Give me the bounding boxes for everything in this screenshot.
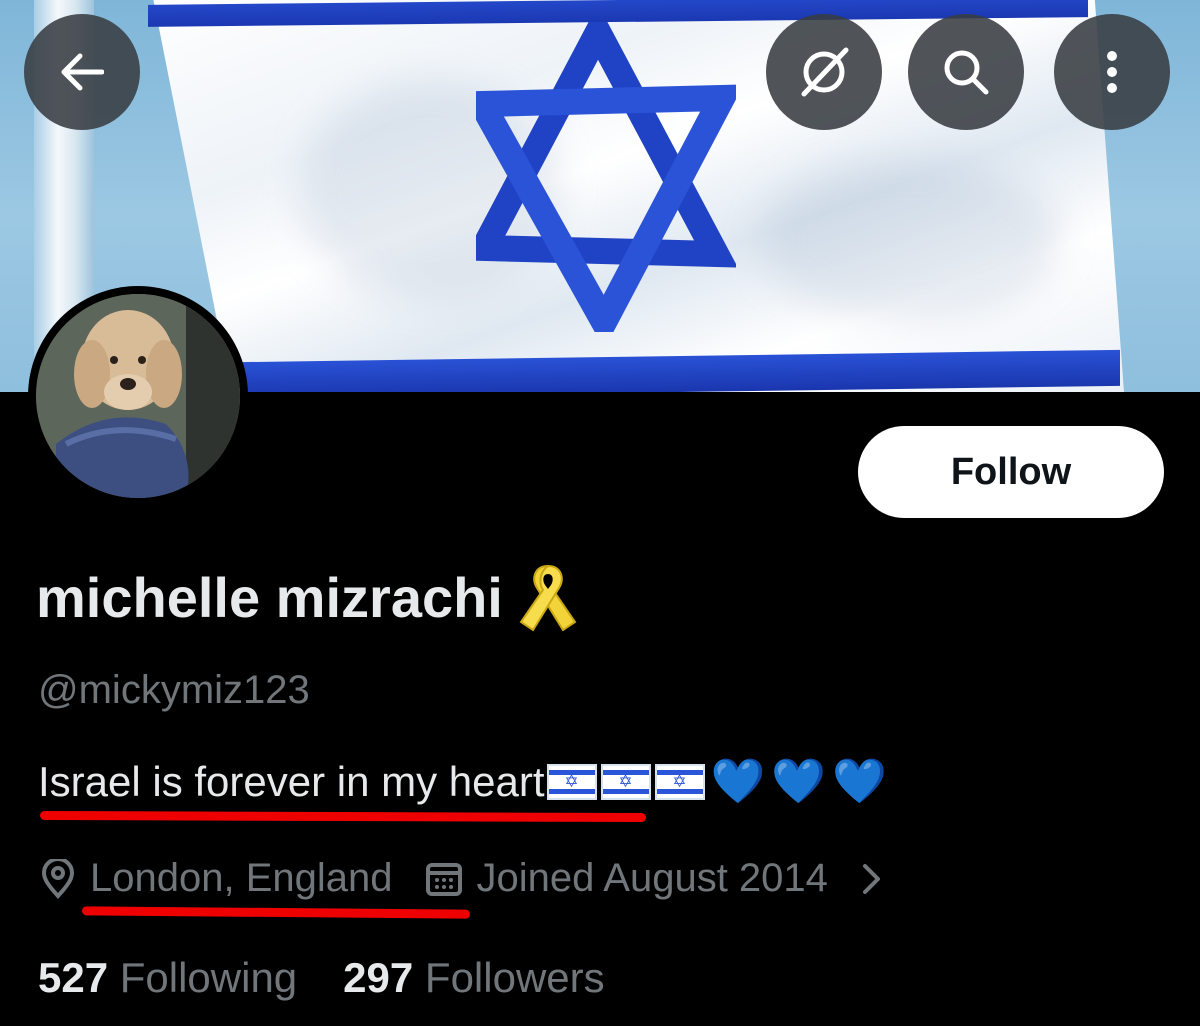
israel-flag-emoji: ✡ [600, 764, 651, 800]
more-options-button[interactable] [1054, 14, 1170, 130]
israel-flag-emoji: ✡ [546, 764, 597, 800]
avatar-photo [36, 294, 240, 498]
arrow-left-icon [61, 53, 104, 91]
followers-link[interactable]: 297 Followers [343, 954, 604, 1002]
grok-button[interactable] [766, 14, 882, 130]
avatar[interactable] [28, 286, 248, 506]
grok-icon [801, 47, 849, 97]
location-text: London, England [90, 856, 393, 900]
blue-heart-emoji: 💙 [832, 757, 887, 806]
bio: Israel is forever in my heart ✡ ✡ ✡ 💙 💙 … [38, 758, 887, 806]
location-pin-icon [41, 858, 75, 899]
chevron-right-icon[interactable] [860, 862, 884, 896]
more-vertical-icon [1107, 51, 1117, 93]
follow-button[interactable]: Follow [858, 426, 1164, 518]
star-of-david-icon [476, 22, 736, 332]
display-name: michelle mizrachi [36, 565, 503, 629]
profile-meta-row: London, England Joined August 2014 [40, 856, 884, 901]
user-handle: @mickymiz123 [38, 668, 310, 712]
blue-heart-emoji: 💙 [710, 757, 766, 806]
dog-photo-icon [36, 294, 240, 498]
israel-flag-emoji: ✡ [654, 764, 705, 800]
location: London, England [40, 856, 393, 901]
calendar-icon [425, 862, 462, 896]
back-button[interactable] [24, 14, 140, 130]
search-button[interactable] [908, 14, 1024, 130]
bio-text: Israel is forever in my heart [38, 758, 545, 805]
red-annotation-underline [81, 906, 471, 919]
following-count: 527 [38, 954, 109, 1001]
flag-fold-shadow [760, 160, 1060, 320]
joined-text: Joined August 2014 [476, 856, 828, 900]
joined-date: Joined August 2014 [425, 856, 828, 901]
follow-stats: 527 Following 297 Followers [38, 954, 651, 1002]
followers-count: 297 [343, 954, 414, 1001]
bio-emojis: ✡ ✡ ✡ 💙 💙 💙 [546, 757, 887, 806]
search-icon [944, 50, 989, 95]
yellow-ribbon-icon [519, 564, 577, 632]
followers-label: Followers [424, 954, 605, 1001]
following-link[interactable]: 527 Following [38, 954, 297, 1002]
blue-heart-emoji: 💙 [771, 757, 827, 806]
following-label: Following [119, 954, 298, 1001]
display-name-row: michelle mizrachi [36, 560, 579, 634]
red-annotation-underline [39, 810, 647, 823]
